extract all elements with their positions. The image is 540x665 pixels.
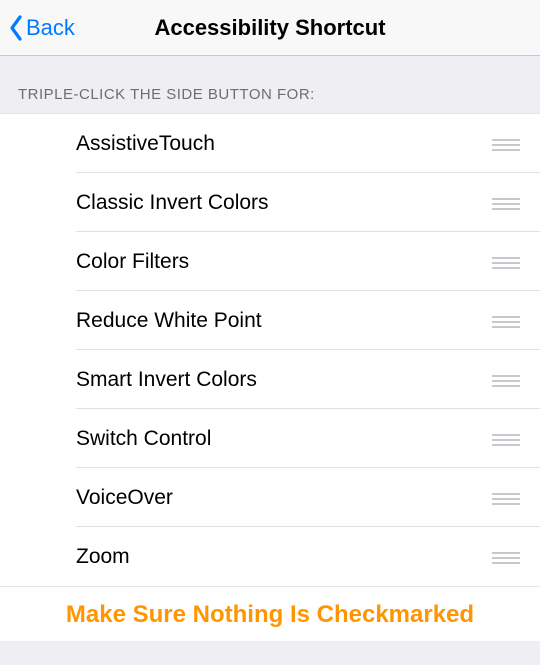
list-item[interactable]: Zoom xyxy=(0,527,540,586)
list-item-label: Reduce White Point xyxy=(76,309,492,333)
list-item-label: AssistiveTouch xyxy=(76,132,492,156)
list-item-label: VoiceOver xyxy=(76,486,492,510)
page-title: Accessibility Shortcut xyxy=(154,15,385,41)
nav-bar: Back Accessibility Shortcut xyxy=(0,0,540,56)
list-item-label: Switch Control xyxy=(76,427,492,451)
drag-handle-icon[interactable] xyxy=(492,314,520,328)
list-item[interactable]: Classic Invert Colors xyxy=(0,173,540,232)
back-label: Back xyxy=(26,15,75,41)
back-button[interactable]: Back xyxy=(0,14,75,42)
drag-handle-icon[interactable] xyxy=(492,373,520,387)
list-item[interactable]: Switch Control xyxy=(0,409,540,468)
list-item[interactable]: AssistiveTouch xyxy=(0,114,540,173)
list-item[interactable]: Color Filters xyxy=(0,232,540,291)
shortcut-list: AssistiveTouch Classic Invert Colors Col… xyxy=(0,113,540,587)
list-item-label: Zoom xyxy=(76,545,492,569)
list-item-label: Color Filters xyxy=(76,250,492,274)
annotation-banner: Make Sure Nothing Is Checkmarked xyxy=(0,587,540,641)
drag-handle-icon[interactable] xyxy=(492,491,520,505)
drag-handle-icon[interactable] xyxy=(492,196,520,210)
drag-handle-icon[interactable] xyxy=(492,255,520,269)
drag-handle-icon[interactable] xyxy=(492,432,520,446)
list-item[interactable]: VoiceOver xyxy=(0,468,540,527)
list-item-label: Smart Invert Colors xyxy=(76,368,492,392)
list-item-label: Classic Invert Colors xyxy=(76,191,492,215)
chevron-left-icon xyxy=(8,14,24,42)
drag-handle-icon[interactable] xyxy=(492,137,520,151)
list-item[interactable]: Smart Invert Colors xyxy=(0,350,540,409)
list-item[interactable]: Reduce White Point xyxy=(0,291,540,350)
section-header: TRIPLE-CLICK THE SIDE BUTTON FOR: xyxy=(0,56,540,113)
footer-gap xyxy=(0,641,540,665)
drag-handle-icon[interactable] xyxy=(492,550,520,564)
